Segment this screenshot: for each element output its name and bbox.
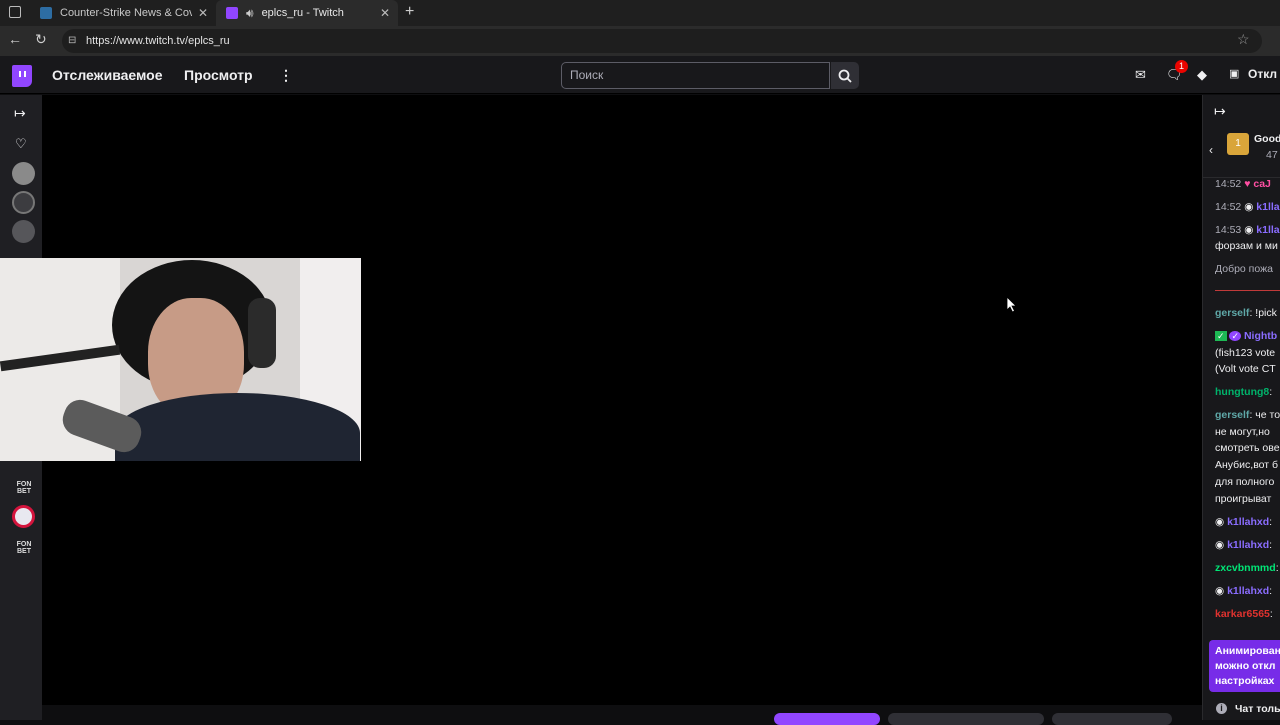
chat-message: ◉ k1llahxd: <box>1215 516 1273 528</box>
crown-icon[interactable]: ◆ <box>1197 67 1207 83</box>
chat-message: форзам и ми <box>1215 240 1278 252</box>
new-tab-icon[interactable]: + <box>405 3 414 21</box>
twitch-logo-icon[interactable] <box>12 65 32 87</box>
inbox-icon[interactable]: ✉ <box>1135 67 1146 83</box>
chevron-left-icon[interactable]: ‹ <box>1209 143 1213 157</box>
heart-icon[interactable]: ♡ <box>15 136 27 152</box>
headphones-shape <box>248 298 276 368</box>
tab-actions-icon[interactable] <box>9 6 21 18</box>
badge-icon: ◉ <box>1215 516 1225 528</box>
follow-button[interactable] <box>774 713 880 725</box>
nav-following[interactable]: Отслеживаемое <box>52 67 163 83</box>
star-icon[interactable]: ☆ <box>1237 31 1250 48</box>
ad-free-label[interactable]: Откл <box>1248 67 1277 81</box>
chat-message: ◉ k1llahxd: <box>1215 539 1273 551</box>
badge-icon: ◉ <box>1215 585 1225 597</box>
chat-message: не могут,но <box>1215 426 1270 438</box>
chat-message: 14:52 ◉ k1lla <box>1215 201 1280 213</box>
avatar[interactable] <box>12 191 35 214</box>
animated-emotes-notice[interactable]: Анимирован можно откл настройках <box>1209 640 1280 692</box>
pinned-name: GoodD <box>1254 133 1280 145</box>
pinned-count: 47 <box>1266 149 1278 161</box>
notice-line: можно откл <box>1215 660 1276 672</box>
search-placeholder: Поиск <box>570 68 604 82</box>
search-input[interactable]: Поиск <box>561 62 830 89</box>
reload-icon[interactable]: ↻ <box>35 31 47 48</box>
collapse-chat-icon[interactable]: ↦ <box>1214 103 1226 120</box>
site-info-icon[interactable]: ⊟ <box>68 29 76 53</box>
audio-icon[interactable]: 🔊︎ <box>246 6 254 21</box>
chat-message: gerself: !pick <box>1215 307 1277 319</box>
close-icon[interactable]: ✕ <box>198 6 208 20</box>
chat-message: hungtung8: <box>1215 386 1273 398</box>
badge-icon: ♥ <box>1244 178 1251 190</box>
fonbet-logo[interactable]: FON BET <box>14 481 34 495</box>
chat-message: Анубис,вот б <box>1215 459 1279 471</box>
badge-icon: ◉ <box>1215 539 1225 551</box>
badge-icon: ◉ <box>1244 201 1254 213</box>
chat-mode-notice: Чат толь <box>1235 703 1280 715</box>
tab-twitch[interactable]: 🔊︎ eplcs_ru - Twitch ✕ <box>216 0 398 26</box>
chat-separator <box>1215 290 1280 291</box>
tab-title: Counter-Strike News & Coverage <box>60 7 192 19</box>
webcam-image <box>0 258 361 461</box>
chat-message: zxcvbnmmd: <box>1215 562 1279 574</box>
more-icon[interactable]: ⋮ <box>279 67 293 84</box>
chat-message: (Volt vote CT <box>1215 363 1276 375</box>
fonbet-logo[interactable]: FON BET <box>14 541 34 555</box>
tab-hltv[interactable]: Counter-Strike News & Coverage ✕ <box>30 0 216 26</box>
get-ad-free-icon[interactable]: ▣ <box>1229 67 1239 80</box>
avatar[interactable] <box>12 162 35 185</box>
badge-icon: ✓ <box>1215 331 1227 341</box>
nav-browse[interactable]: Просмотр <box>184 67 253 83</box>
chat-message: karkar6565: <box>1215 608 1273 620</box>
close-icon[interactable]: ✕ <box>380 6 390 20</box>
gift-icon: 1 <box>1227 133 1249 155</box>
notification-badge: 1 <box>1175 60 1188 73</box>
action-button[interactable] <box>1052 713 1172 725</box>
tab-title: eplcs_ru - Twitch <box>261 7 344 19</box>
notice-line: Анимирован <box>1215 645 1280 657</box>
chat-message: gerself: че то <box>1215 409 1280 421</box>
browser-tabbar: Counter-Strike News & Coverage ✕ 🔊︎ eplc… <box>0 0 1280 26</box>
url-field[interactable]: ⊟ https://www.twitch.tv/eplcs_ru <box>62 29 1262 53</box>
action-button[interactable] <box>888 713 1044 725</box>
address-bar: ← ↻ ⊟ https://www.twitch.tv/eplcs_ru ☆ <box>0 26 1280 56</box>
search-button[interactable] <box>831 62 859 89</box>
system-message: Добро пожа <box>1215 263 1273 275</box>
chat-message: ◉ k1llahxd: <box>1215 585 1273 597</box>
chat-message: 14:52 ♥ caJ <box>1215 178 1271 190</box>
chat-message: (fish123 vote <box>1215 347 1276 359</box>
chat-message: смотреть ове <box>1215 442 1280 454</box>
twitch-topnav: Отслеживаемое Просмотр ⋮ Поиск ✉ 🗨︎ ◆ ▣ … <box>0 56 1280 94</box>
avatar[interactable] <box>12 505 35 528</box>
badge-icon: ◉ <box>1244 224 1254 236</box>
info-icon: i <box>1216 703 1227 714</box>
hltv-icon <box>40 7 52 19</box>
chat-message: проигрыват <box>1215 493 1272 505</box>
notice-line: настройках <box>1215 675 1275 687</box>
badge-icon: ✓ <box>1229 331 1242 341</box>
mouse-cursor-icon <box>1007 297 1017 313</box>
url-text: https://www.twitch.tv/eplcs_ru <box>86 35 230 47</box>
chat-message: 14:53 ◉ k1lla <box>1215 224 1280 236</box>
expand-sidenav-icon[interactable]: ↦ <box>14 105 26 122</box>
chat-panel: ↦ ‹ 1 GoodD 47 14:52 ♥ caJ 14:52 ◉ k1lla… <box>1202 95 1280 720</box>
chat-message: для полного <box>1215 476 1275 488</box>
search-icon <box>838 69 852 83</box>
avatar[interactable] <box>12 220 35 243</box>
chat-message: ✓ ✓ Nightb <box>1215 330 1278 342</box>
back-icon[interactable]: ← <box>8 31 22 47</box>
twitch-icon <box>226 7 238 19</box>
